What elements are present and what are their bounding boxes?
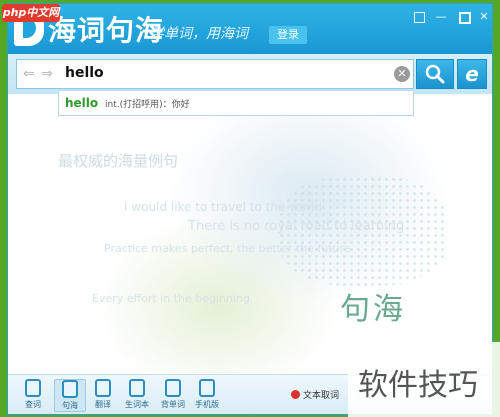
bottom-item-label: 句海	[62, 401, 78, 410]
stop-icon	[291, 390, 300, 399]
skin-icon[interactable]	[412, 10, 426, 24]
faded-sentence: Practice makes perfect, the better the f…	[104, 242, 351, 255]
title-bar[interactable]: 海词句海 学单词，用海词 登录 — ✕	[8, 4, 492, 54]
search-icon	[425, 64, 445, 84]
suggestion-word[interactable]: hello	[65, 96, 98, 110]
maximize-button[interactable]	[457, 10, 471, 24]
minimize-button[interactable]: —	[434, 10, 448, 24]
bottom-item-sentences[interactable]: 句海	[54, 379, 86, 412]
bottom-item-label: 手机版	[195, 400, 219, 409]
browser-button[interactable]: e	[457, 59, 487, 89]
app-slogan: 学单词，用海词	[150, 26, 248, 42]
suggestion-definition: int.(打招呼用)：你好	[105, 100, 190, 110]
faded-sentence: There is no royal road to learning	[188, 219, 405, 234]
watermark-text: 软件技巧	[358, 368, 478, 403]
book-icon	[62, 380, 78, 398]
faded-sentence: I would like to travel to the world	[124, 200, 323, 214]
text-capture-toggle[interactable]: 文本取词	[291, 388, 339, 401]
app-logo-text: 海词句海	[48, 14, 165, 47]
content-area: 最权威的海量例句 I would like to travel to the w…	[8, 116, 492, 374]
watermark-panel: 软件技巧	[348, 342, 500, 417]
search-box[interactable]: ⇐ ⇒ ✕	[16, 59, 414, 89]
bottom-item-translate[interactable]: 翻译	[88, 379, 118, 410]
phone-icon	[199, 379, 215, 397]
faded-sentence: Every effort in the beginning	[92, 292, 250, 305]
magnifier-icon	[25, 379, 41, 397]
search-button[interactable]	[416, 59, 454, 89]
bottom-item-wordbook[interactable]: 生词本	[122, 379, 152, 410]
text-capture-label: 文本取词	[303, 391, 340, 401]
forward-arrow-icon[interactable]: ⇒	[41, 66, 53, 82]
clear-icon[interactable]: ✕	[394, 66, 410, 82]
suggestion-dropdown[interactable]: hello int.(打招呼用)：你好	[58, 90, 414, 116]
content-slogan: 最权威的海量例句	[58, 152, 179, 170]
bottom-item-label: 生词本	[125, 400, 149, 409]
search-input[interactable]	[63, 64, 367, 82]
translate-icon	[95, 379, 111, 397]
back-arrow-icon[interactable]: ⇐	[23, 66, 35, 82]
close-button[interactable]: ✕	[477, 10, 491, 24]
php-watermark: php中文网	[2, 4, 60, 22]
bottom-item-memorize[interactable]: 背单词	[158, 379, 188, 410]
bottom-item-label: 背单词	[161, 400, 185, 409]
search-toolbar: ⇐ ⇒ ✕ e	[8, 54, 492, 94]
notebook-icon	[129, 379, 145, 397]
bottom-item-label: 翻译	[95, 400, 111, 409]
bottom-item-mobile[interactable]: 手机版	[192, 379, 222, 410]
brand-mark: 句海	[340, 292, 406, 327]
bottom-item-label: 查词	[25, 400, 41, 409]
login-button[interactable]: 登录	[269, 26, 307, 44]
bottom-item-lookup[interactable]: 查词	[18, 379, 48, 410]
flashcard-icon	[165, 379, 181, 397]
